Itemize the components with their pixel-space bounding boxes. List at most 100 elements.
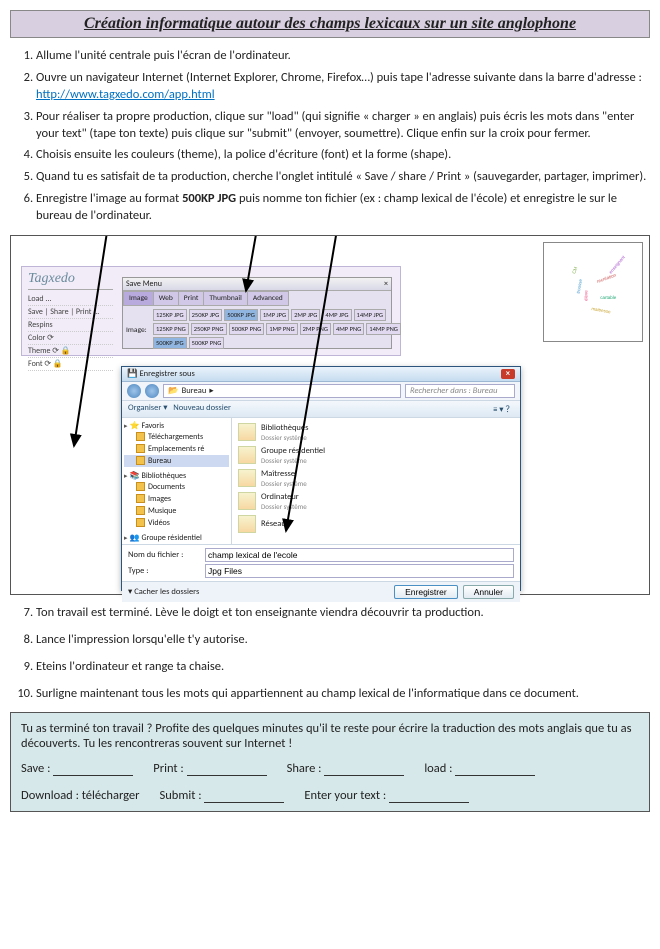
svg-text:recréation: recréation <box>596 272 617 284</box>
vocab-item: Save : <box>21 761 133 776</box>
svg-text:maitresse: maitresse <box>591 306 612 314</box>
step-6: Enregistre l'image au format 500KP JPG p… <box>36 191 650 225</box>
wordcloud-preview: recréation cartable maitresse trousse en… <box>543 242 643 342</box>
step-2: Ouvre un navigateur Internet (Internet E… <box>36 70 650 104</box>
tab-image[interactable]: Image <box>123 291 154 306</box>
size-chip[interactable]: 125KP JPG <box>153 309 187 321</box>
vocab-item: load : <box>424 761 535 776</box>
tagxedo-link[interactable]: http://www.tagxedo.com/app.html <box>36 87 215 102</box>
tree-desktop[interactable]: Bureau <box>124 455 229 467</box>
size-chip[interactable]: 14MP PNG <box>366 323 401 335</box>
filetype-label: Type : <box>128 566 200 576</box>
bonus-intro: Tu as terminé ton travail ? Profite des … <box>21 721 639 751</box>
sidebar-color[interactable]: Color ⟳ <box>28 332 113 345</box>
list-item[interactable]: OrdinateurDossier système <box>238 490 514 513</box>
filetype-field[interactable] <box>205 564 514 578</box>
bonus-box: Tu as terminé ton travail ? Profite des … <box>10 712 650 812</box>
sidebar-font[interactable]: Font ⟳ 🔒 <box>28 358 113 371</box>
file-list: BibliothèquesDossier systèmeGroupe résid… <box>232 418 520 544</box>
search-input[interactable]: Rechercher dans : Bureau <box>405 384 515 398</box>
tree-recent[interactable]: Emplacements ré <box>124 443 229 455</box>
tree-videos[interactable]: Vidéos <box>124 517 229 529</box>
tree-favorites[interactable]: ⭐ Favoris <box>124 421 229 431</box>
step-7: Ton travail est terminé. Lève le doigt e… <box>36 605 650 622</box>
dialog-close-icon[interactable]: × <box>501 369 515 379</box>
organize-menu[interactable]: Organiser ▾ <box>128 403 168 413</box>
tagxedo-logo: Tagxedo <box>28 271 113 290</box>
list-item[interactable]: MaîtresseDossier système <box>238 467 514 490</box>
vocab-item: Enter your text : <box>304 788 469 803</box>
filename-field[interactable] <box>205 548 514 562</box>
nav-fwd-icon[interactable] <box>145 384 159 398</box>
size-chip[interactable]: 14MP JPG <box>354 309 387 321</box>
view-icons[interactable]: ≡ ▾ ？ <box>493 403 514 415</box>
step-4: Choisis ensuite les couleurs (theme), la… <box>36 147 650 164</box>
step-8: Lance l'impression lorsqu'elle t'y autor… <box>36 632 650 649</box>
svg-text:cartable: cartable <box>600 295 617 300</box>
save-button[interactable]: Enregistrer <box>394 585 458 599</box>
tagxedo-panel: Tagxedo Load ... Save | Share | Print ..… <box>21 266 401 356</box>
breadcrumb[interactable]: 📂Bureau▸ <box>163 384 401 398</box>
step-10: Surligne maintenant tous les mots qui ap… <box>36 686 650 703</box>
size-chip[interactable]: 500KP JPG <box>224 309 258 321</box>
save-menu-close-icon[interactable]: × <box>384 279 388 289</box>
tab-print[interactable]: Print <box>178 291 205 306</box>
tab-thumbnail[interactable]: Thumbnail <box>203 291 247 306</box>
list-item[interactable]: BibliothèquesDossier système <box>238 421 514 444</box>
folder-icon <box>238 423 256 441</box>
tree-downloads[interactable]: Téléchargements <box>124 431 229 443</box>
save-menu-title: Save Menu <box>126 279 162 289</box>
sidebar-respins[interactable]: Respins <box>28 319 113 332</box>
vocab-item: Download : télécharger <box>21 788 140 803</box>
svg-text:élève: élève <box>584 290 589 301</box>
svg-text:enseignant: enseignant <box>608 254 626 275</box>
tree-documents[interactable]: Documents <box>124 481 229 493</box>
size-chip[interactable]: 125KP PNG <box>153 323 189 335</box>
size-chip[interactable]: 2MP JPG <box>291 309 320 321</box>
folder-icon <box>238 469 256 487</box>
list-item[interactable]: Réseau <box>238 513 514 535</box>
size-chip[interactable]: 500KP PNG <box>189 337 225 349</box>
steps-list-b: Ton travail est terminé. Lève le doigt e… <box>10 605 650 703</box>
step-3: Pour réaliser ta propre production, cliq… <box>36 109 650 143</box>
folder-icon <box>238 446 256 464</box>
folder-icon <box>238 515 256 533</box>
save-as-dialog: 💾 Enregistrer sous × 📂Bureau▸ Rechercher… <box>121 366 521 591</box>
tree-images[interactable]: Images <box>124 493 229 505</box>
size-chip[interactable]: 500KP PNG <box>229 323 265 335</box>
svg-text:trousse: trousse <box>576 278 584 294</box>
vocab-item: Share : <box>287 761 405 776</box>
folder-icon <box>238 492 256 510</box>
vocab-item: Submit : <box>160 788 285 803</box>
hide-folders-toggle[interactable]: Cacher les dossiers <box>128 587 199 597</box>
size-chip[interactable]: 250KP PNG <box>191 323 227 335</box>
size-chip[interactable]: 4MP PNG <box>333 323 364 335</box>
nav-back-icon[interactable] <box>127 384 141 398</box>
step-9: Eteins l'ordinateur et range ta chaise. <box>36 659 650 676</box>
svg-text:CM: CM <box>571 266 578 275</box>
tree-music[interactable]: Musique <box>124 505 229 517</box>
size-chip[interactable]: 1MP JPG <box>260 309 289 321</box>
size-chip[interactable]: 2MP PNG <box>300 323 331 335</box>
tree-homegroup[interactable]: 👥 Groupe résidentiel <box>124 533 229 543</box>
figure-panel: recréation cartable maitresse trousse en… <box>10 235 650 595</box>
size-chip[interactable]: 1MP PNG <box>266 323 297 335</box>
page-title: Création informatique autour des champs … <box>10 10 650 38</box>
tree-libraries[interactable]: 📚 Bibliothèques <box>124 471 229 481</box>
tab-web[interactable]: Web <box>153 291 179 306</box>
size-chip[interactable]: 500KP JPG <box>153 337 187 349</box>
steps-list-a: Allume l'unité centrale puis l'écran de … <box>10 48 650 225</box>
size-chip[interactable]: 4MP JPG <box>322 309 351 321</box>
size-chip[interactable]: 250KP JPG <box>189 309 223 321</box>
cancel-button[interactable]: Annuler <box>463 585 514 599</box>
sidebar-load[interactable]: Load ... <box>28 293 113 306</box>
sidebar-save-share-print[interactable]: Save | Share | Print ... <box>28 306 113 319</box>
new-folder-button[interactable]: Nouveau dossier <box>173 403 231 413</box>
sidebar-theme[interactable]: Theme ⟳ 🔒 <box>28 345 113 358</box>
list-item[interactable]: Groupe résidentielDossier système <box>238 444 514 467</box>
folder-tree: ⭐ Favoris Téléchargements Emplacements r… <box>122 418 232 544</box>
tab-advanced[interactable]: Advanced <box>247 291 289 306</box>
tagxedo-sidebar: Load ... Save | Share | Print ... Respin… <box>28 293 113 371</box>
vocab-item: Print : <box>153 761 266 776</box>
filename-label: Nom du fichier : <box>128 550 200 560</box>
